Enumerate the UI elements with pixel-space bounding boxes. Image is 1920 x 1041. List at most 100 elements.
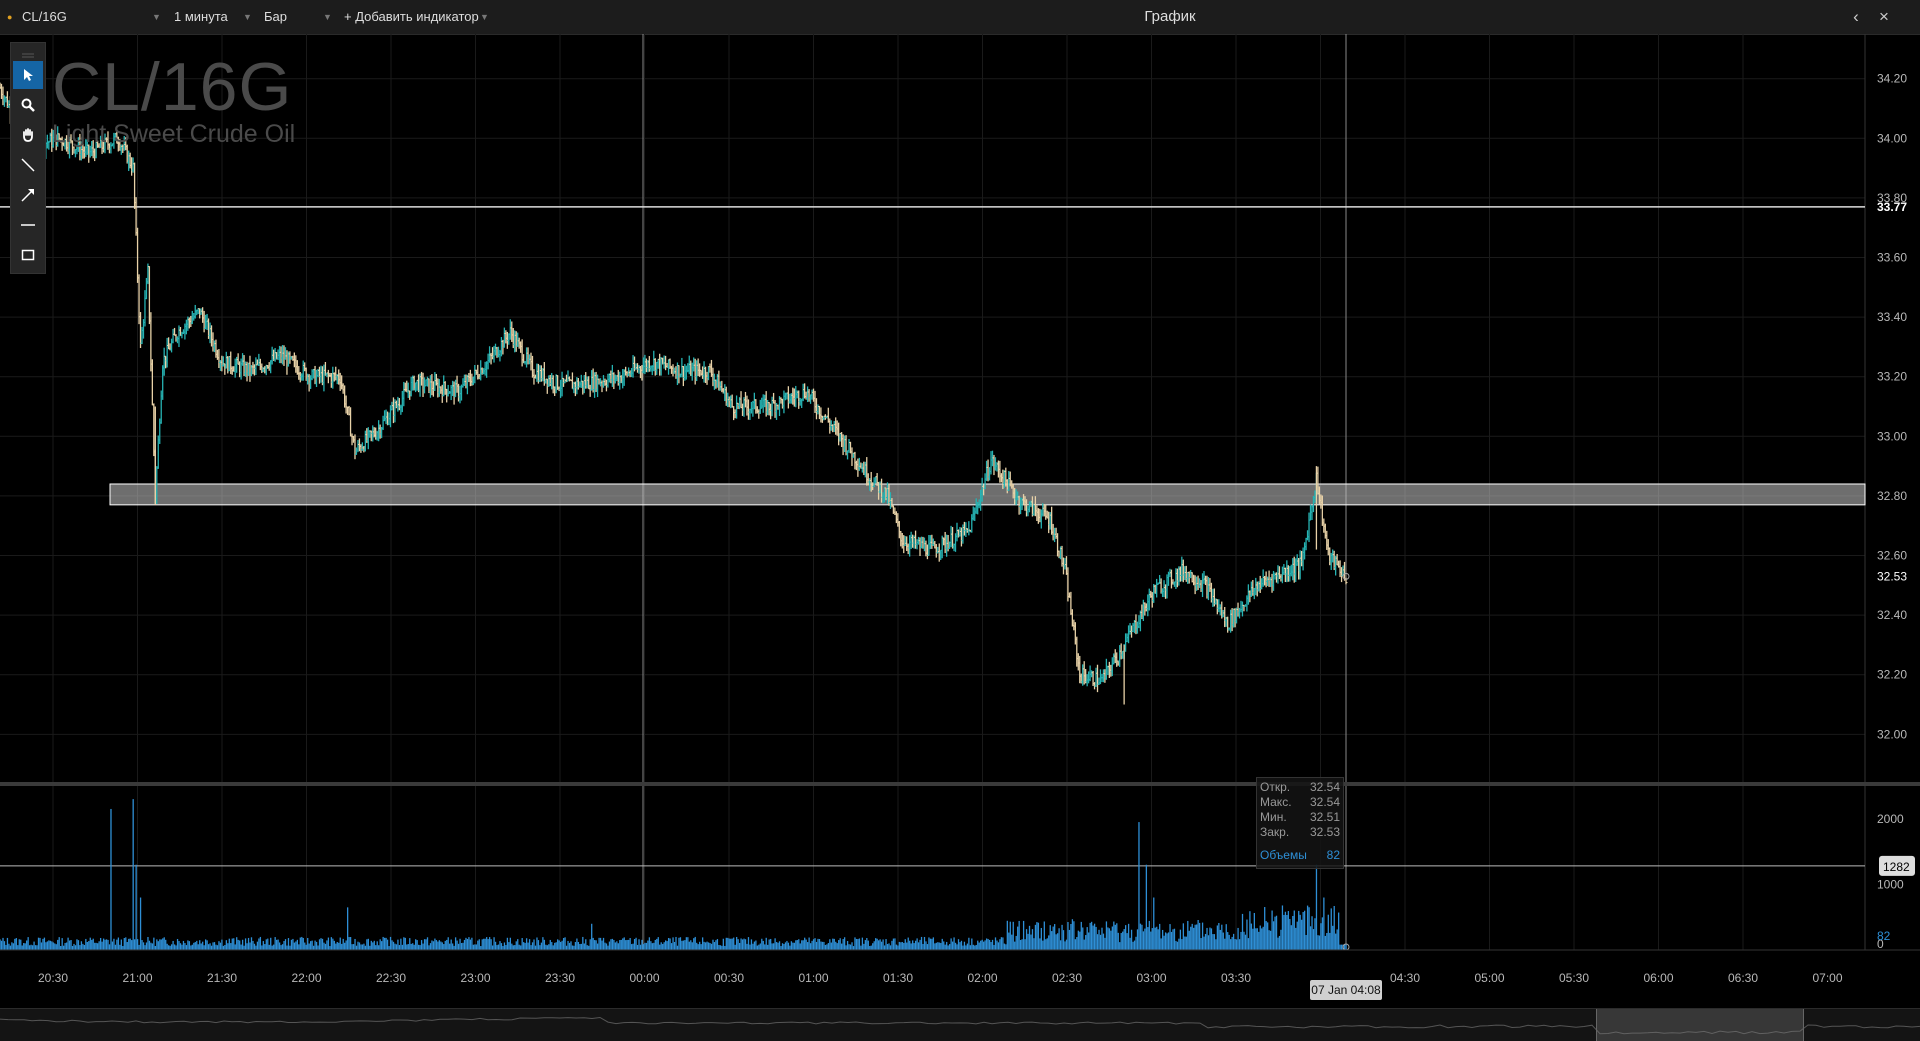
volume-bar <box>645 942 648 950</box>
volume-bar <box>780 946 782 950</box>
watermark-name: Light Sweet Crude Oil <box>52 120 296 148</box>
volume-bar <box>1323 897 1325 950</box>
volume-bar <box>60 945 62 950</box>
volume-bar <box>70 940 72 950</box>
volume-bar <box>267 938 269 950</box>
volume-bar <box>326 940 328 950</box>
chevron-left-icon[interactable]: ‹ <box>1844 0 1868 34</box>
volume-bar <box>394 943 396 950</box>
volume-bar <box>102 938 105 950</box>
volume-bar <box>264 944 266 950</box>
volume-bar <box>605 943 608 950</box>
volume-bar <box>228 938 230 950</box>
arrow-tool-button[interactable] <box>13 181 43 209</box>
volume-bar <box>1086 927 1088 950</box>
time-tick-label: 04:30 <box>1390 971 1420 985</box>
interval-selector[interactable]: 1 минута <box>174 0 228 34</box>
volume-bar <box>1227 932 1229 950</box>
volume-bar <box>910 943 912 950</box>
pan-tool-button[interactable] <box>13 121 43 149</box>
volume-bar <box>1314 918 1316 950</box>
symbol-dropdown-icon[interactable]: ▼ <box>152 0 161 34</box>
time-navigator[interactable] <box>0 1008 1920 1041</box>
volume-bar <box>354 938 356 950</box>
volume-bar <box>1154 927 1156 950</box>
volume-bar <box>1076 937 1078 950</box>
volume-bar <box>1061 924 1063 950</box>
zoom-icon <box>21 98 35 112</box>
volume-bar <box>724 945 726 950</box>
volume-bar <box>255 945 257 950</box>
time-tick-label: 23:30 <box>545 971 575 985</box>
volume-bar <box>962 945 964 950</box>
add-indicator-button[interactable]: + Добавить индикатор <box>344 0 479 34</box>
volume-bar <box>1232 933 1235 950</box>
volume-bar <box>34 945 37 950</box>
volume-bar <box>1298 910 1300 950</box>
volume-bar <box>139 897 142 950</box>
volume-bar <box>697 944 699 950</box>
add-indicator-dropdown-icon[interactable]: ▼ <box>480 0 489 34</box>
interval-dropdown-icon[interactable]: ▼ <box>243 0 252 34</box>
volume-bar <box>959 942 961 950</box>
volume-bar <box>234 944 236 950</box>
volume-bar <box>1119 942 1121 950</box>
volume-bar <box>415 939 417 950</box>
volume-bar <box>977 940 979 950</box>
volume-bar <box>216 945 219 950</box>
volume-bar <box>761 938 763 950</box>
volume-bar <box>185 945 188 950</box>
line-tool-button[interactable] <box>13 151 43 179</box>
volume-bar <box>67 937 69 950</box>
volume-reference-label: 1282 <box>1883 860 1910 874</box>
navigator-window-handle[interactable] <box>1596 1009 1804 1041</box>
volume-bar <box>1157 929 1159 950</box>
volume-bar <box>1138 822 1140 950</box>
chart-type-dropdown-icon[interactable]: ▼ <box>323 0 332 34</box>
symbol-selector[interactable]: CL/16G <box>22 0 67 34</box>
cursor-tool-button[interactable] <box>13 61 43 89</box>
volume-bar <box>1077 930 1079 950</box>
volume-bar <box>750 939 753 950</box>
horizontal-line-tool-button[interactable] <box>13 211 43 239</box>
volume-bar <box>145 942 148 950</box>
volume-bar <box>453 945 455 950</box>
ohlc-tooltip: Откр. 32.54 Макс. 32.54 Мин. 32.51 Закр. 32.… <box>1256 777 1344 869</box>
volume-bar <box>515 941 517 950</box>
volume-bar <box>836 943 838 950</box>
volume-bar <box>502 945 504 950</box>
volume-bar <box>462 942 464 950</box>
toolbar-grip-icon[interactable] <box>13 47 43 58</box>
volume-bar <box>1068 929 1071 950</box>
volume-bar <box>555 942 557 950</box>
volume-bar <box>978 942 980 950</box>
volume-bar <box>583 943 585 950</box>
time-tick-label: 00:30 <box>714 971 744 985</box>
volume-bar <box>1176 941 1179 950</box>
volume-bar <box>586 945 588 950</box>
volume-bar <box>1096 934 1099 950</box>
volume-bar <box>562 937 565 950</box>
chart-type-selector[interactable]: Бар <box>264 0 287 34</box>
volume-bar <box>83 944 86 950</box>
volume-bar <box>231 938 233 950</box>
volume-bar <box>843 937 846 950</box>
time-tick-label: 06:00 <box>1643 971 1673 985</box>
volume-bar <box>314 940 316 950</box>
chart-area[interactable]: 32.00 32.20 32.40 32.60 32.80 33.00 33.20 33.40… <box>0 34 1920 1008</box>
volume-bar <box>543 939 546 950</box>
volume-bar <box>1009 921 1011 950</box>
volume-bar <box>1107 927 1109 950</box>
volume-bar <box>965 945 967 950</box>
volume-bar <box>358 942 361 950</box>
volume-bar <box>237 939 239 950</box>
rectangle-tool-button[interactable] <box>13 241 43 269</box>
volume-bar <box>289 945 291 950</box>
volume-bar <box>370 940 372 950</box>
volume-bar <box>685 937 688 950</box>
volume-bar <box>361 944 364 950</box>
zoom-tool-button[interactable] <box>13 91 43 119</box>
volume-bar <box>895 944 898 950</box>
close-icon[interactable]: × <box>1872 0 1896 34</box>
volume-bar <box>194 942 196 950</box>
